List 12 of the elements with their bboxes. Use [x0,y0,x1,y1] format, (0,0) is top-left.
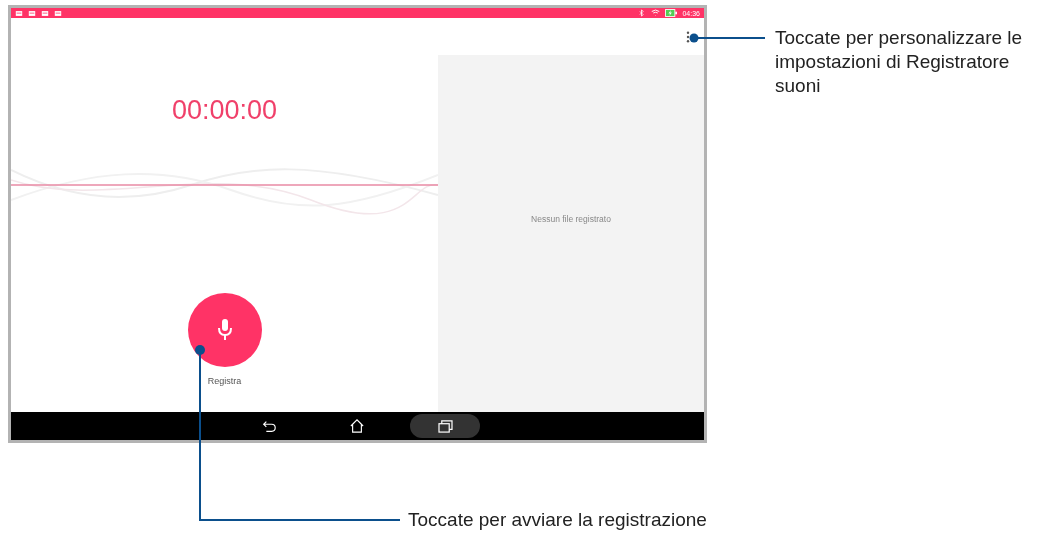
recent-apps-button[interactable] [410,414,480,438]
empty-message: Nessun file registrato [531,213,611,224]
microphone-icon [216,318,233,342]
timer-text: 00:00:00 [171,94,278,127]
recent-apps-icon [437,419,453,433]
wifi-icon [651,9,661,17]
home-icon[interactable] [349,419,365,433]
back-icon[interactable] [261,419,277,433]
callout-text: Toccate per avviare la registrazione [408,508,707,532]
menu-icon[interactable] [686,30,690,43]
callout-text: Toccate per personalizzare le impostazioni di Registratore suoni [775,26,1024,98]
record-label: Registra [207,376,242,386]
